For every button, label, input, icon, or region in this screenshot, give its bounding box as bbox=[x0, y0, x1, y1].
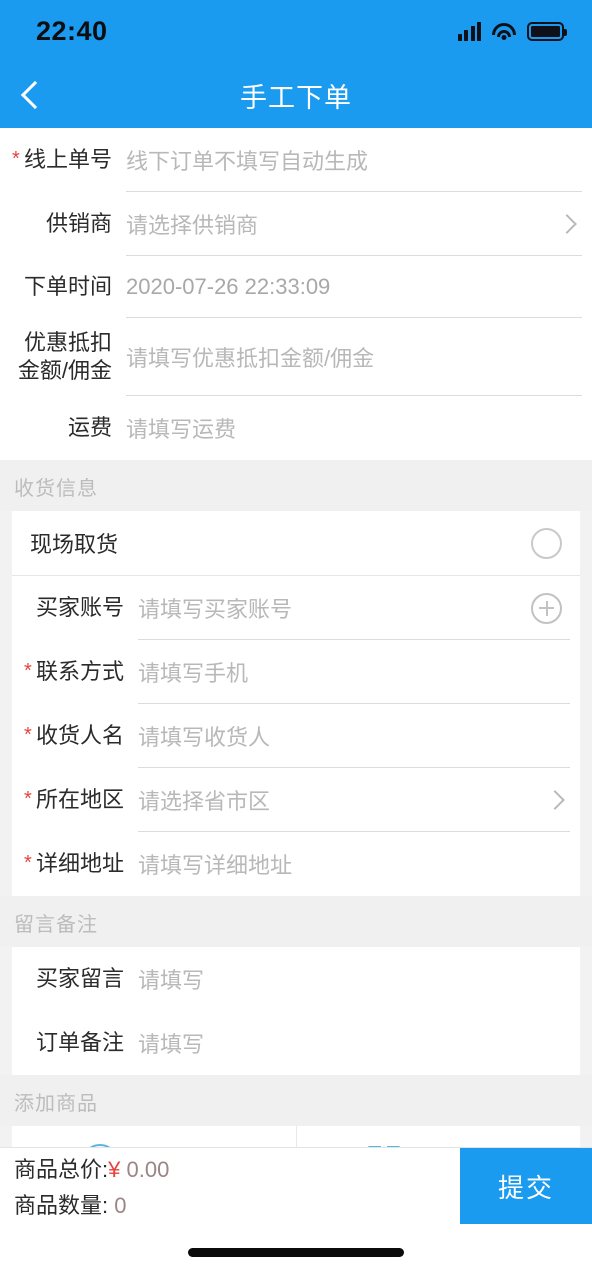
field-label: 订单备注 bbox=[35, 1029, 124, 1055]
field-label: * 联系方式 bbox=[24, 658, 124, 684]
buyer-account-input[interactable]: 请填写买家账号 bbox=[138, 576, 521, 640]
field-row-region[interactable]: * 所在地区 请选择省市区 bbox=[12, 768, 580, 832]
field-row-buyer-message[interactable]: 买家留言 请填写 bbox=[12, 947, 580, 1011]
back-button[interactable] bbox=[0, 62, 70, 128]
required-asterisk: * bbox=[24, 787, 32, 810]
order-info-card: * 线上单号 线下订单不填写自动生成 供销商 请选择供销商 下单时间 2020-… bbox=[0, 128, 592, 460]
nav-bar: 手工下单 bbox=[0, 62, 592, 128]
manual-add-button[interactable]: 手动添加 bbox=[12, 1126, 296, 1147]
add-product-bar: 手动添加 扫码添加 bbox=[12, 1126, 580, 1147]
field-label: * 所在地区 bbox=[24, 786, 124, 812]
radio-circle-icon[interactable] bbox=[531, 527, 562, 559]
quantity-value: 0 bbox=[114, 1193, 127, 1218]
field-row-discount-amount[interactable]: 优惠抵扣 金额/佣金 请填写优惠抵扣金额/佣金 bbox=[0, 318, 592, 396]
field-row-onsite-pickup[interactable]: 现场取货 bbox=[12, 511, 580, 575]
order-time-value: 2020-07-26 22:33:09 bbox=[126, 274, 331, 299]
form-scroll-area[interactable]: * 线上单号 线下订单不填写自动生成 供销商 请选择供销商 下单时间 2020-… bbox=[0, 128, 592, 1147]
status-time: 22:40 bbox=[36, 15, 108, 46]
currency-symbol: ¥ bbox=[108, 1157, 121, 1182]
shipping-info-card: 买家账号 请填写买家账号 * 联系方式 请填写手机 * 收货人名 请填写收货人 … bbox=[12, 575, 580, 896]
bottom-summary-bar: 商品总价:¥ 0.00 商品数量: 0 提交 bbox=[0, 1147, 592, 1224]
pickup-card: 现场取货 bbox=[12, 511, 580, 575]
home-indicator-area bbox=[0, 1224, 592, 1280]
section-header-shipping: 收货信息 bbox=[0, 460, 592, 511]
contact-phone-input[interactable]: 请填写手机 bbox=[138, 640, 562, 704]
chevron-right-icon bbox=[545, 790, 565, 810]
order-totals: 商品总价:¥ 0.00 商品数量: 0 bbox=[0, 1148, 460, 1224]
add-buyer-icon[interactable] bbox=[531, 592, 562, 624]
status-indicators bbox=[457, 21, 567, 41]
total-price-value: 0.00 bbox=[126, 1157, 170, 1182]
region-select[interactable]: 请选择省市区 bbox=[138, 768, 538, 832]
page-title: 手工下单 bbox=[240, 82, 352, 113]
online-order-no-input[interactable]: 线下订单不填写自动生成 bbox=[126, 128, 574, 192]
freight-input[interactable]: 请填写运费 bbox=[126, 396, 574, 460]
required-asterisk: * bbox=[24, 659, 32, 682]
battery-icon bbox=[527, 21, 567, 41]
supplier-select[interactable]: 请选择供销商 bbox=[126, 192, 550, 256]
field-label: * 收货人名 bbox=[24, 722, 124, 748]
field-row-detail-address[interactable]: * 详细地址 请填写详细地址 bbox=[12, 832, 580, 896]
field-row-freight[interactable]: 运费 请填写运费 bbox=[0, 396, 592, 460]
signal-icon bbox=[457, 21, 481, 41]
field-label: 优惠抵扣 金额/佣金 bbox=[17, 329, 112, 383]
app-screen: 22:40 手工下单 * 线上单号 线下订单不填写自动生成 供销商 请选择供销商… bbox=[0, 0, 592, 1280]
receiver-name-input[interactable]: 请填写收货人 bbox=[138, 704, 562, 768]
quantity-label: 商品数量: bbox=[14, 1193, 109, 1218]
scan-qr-icon bbox=[367, 1146, 402, 1147]
field-label: 买家账号 bbox=[35, 594, 124, 620]
remarks-card: 买家留言 请填写 订单备注 请填写 bbox=[12, 947, 580, 1075]
status-bar: 22:40 bbox=[0, 0, 592, 62]
total-price-line: 商品总价:¥ 0.00 bbox=[14, 1152, 460, 1184]
add-product-card: 手动添加 扫码添加 bbox=[12, 1126, 580, 1147]
field-label: 下单时间 bbox=[23, 273, 112, 299]
home-indicator[interactable] bbox=[188, 1247, 404, 1257]
scan-add-button[interactable]: 扫码添加 bbox=[295, 1126, 581, 1147]
field-label: 运费 bbox=[67, 414, 112, 440]
required-asterisk: * bbox=[12, 147, 20, 170]
wifi-icon bbox=[492, 22, 516, 40]
required-asterisk: * bbox=[24, 723, 32, 746]
onsite-pickup-label: 现场取货 bbox=[30, 532, 119, 557]
field-row-buyer-account[interactable]: 买家账号 请填写买家账号 bbox=[12, 576, 580, 640]
field-row-receiver-name[interactable]: * 收货人名 请填写收货人 bbox=[12, 704, 580, 768]
field-row-order-time: 下单时间 2020-07-26 22:33:09 bbox=[0, 256, 592, 318]
chevron-right-icon bbox=[557, 214, 577, 234]
field-row-supplier[interactable]: 供销商 请选择供销商 bbox=[0, 192, 592, 256]
buyer-message-input[interactable]: 请填写 bbox=[138, 947, 562, 1011]
field-row-contact-phone[interactable]: * 联系方式 请填写手机 bbox=[12, 640, 580, 704]
field-row-online-order-no[interactable]: * 线上单号 线下订单不填写自动生成 bbox=[0, 128, 592, 192]
field-row-order-remark[interactable]: 订单备注 请填写 bbox=[12, 1011, 580, 1075]
submit-button[interactable]: 提交 bbox=[460, 1148, 592, 1224]
chevron-left-icon bbox=[20, 80, 50, 110]
field-label: * 详细地址 bbox=[24, 850, 124, 876]
order-remark-input[interactable]: 请填写 bbox=[138, 1011, 562, 1075]
field-label: 买家留言 bbox=[35, 965, 124, 991]
discount-amount-input[interactable]: 请填写优惠抵扣金额/佣金 bbox=[126, 325, 574, 389]
section-header-add-product: 添加商品 bbox=[0, 1075, 592, 1126]
detail-address-input[interactable]: 请填写详细地址 bbox=[138, 832, 562, 896]
total-price-label: 商品总价: bbox=[14, 1157, 109, 1182]
required-asterisk: * bbox=[24, 851, 32, 874]
section-header-remarks: 留言备注 bbox=[0, 896, 592, 947]
field-label: 供销商 bbox=[45, 210, 112, 236]
quantity-line: 商品数量: 0 bbox=[14, 1188, 460, 1220]
field-label: * 线上单号 bbox=[12, 146, 112, 172]
